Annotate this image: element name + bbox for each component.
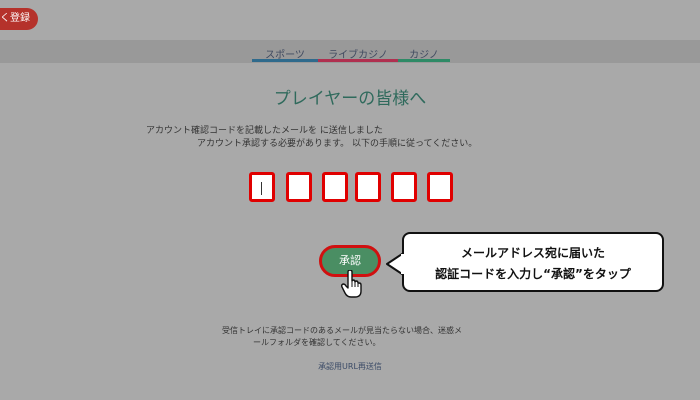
register-button[interactable]: く登録 [0,8,38,30]
code-digit-2[interactable] [286,172,312,202]
code-digit-1[interactable] [249,172,275,202]
page-title: プレイヤーの皆様へ [273,89,427,109]
tab-sports-underline [252,59,318,62]
instruction-text-2: アカウント承認する必要があります。 以下の手順に従ってください。 [197,139,478,149]
callout-text-1: メールアドレス宛に届いた [460,246,605,260]
tab-live-casino-underline [318,59,398,62]
code-digit-4[interactable] [355,172,381,202]
top-bar: く登録 [0,0,700,40]
callout-text-2: 認証コードを入力し“承認”をタップ [435,267,631,281]
tab-casino-underline [398,59,450,62]
code-digit-3[interactable] [322,172,348,202]
callout-joint [401,254,405,274]
instruction-callout: メールアドレス宛に届いた 認証コードを入力し“承認”をタップ [402,232,664,292]
text-cursor [261,182,262,195]
help-text-1: 受信トレイに承認コードのあるメールが見当たらない場合、迷惑メ [222,326,462,335]
resend-link[interactable]: 承認用URL再送信 [0,361,700,372]
help-text-2: ールフォルダを確認してください。 [253,338,381,347]
code-digit-5[interactable] [391,172,417,202]
code-digit-6[interactable] [427,172,453,202]
pointer-hand-icon [341,270,362,298]
instruction-text-1: アカウント確認コードを記載したメールを に送信しました [146,126,383,136]
